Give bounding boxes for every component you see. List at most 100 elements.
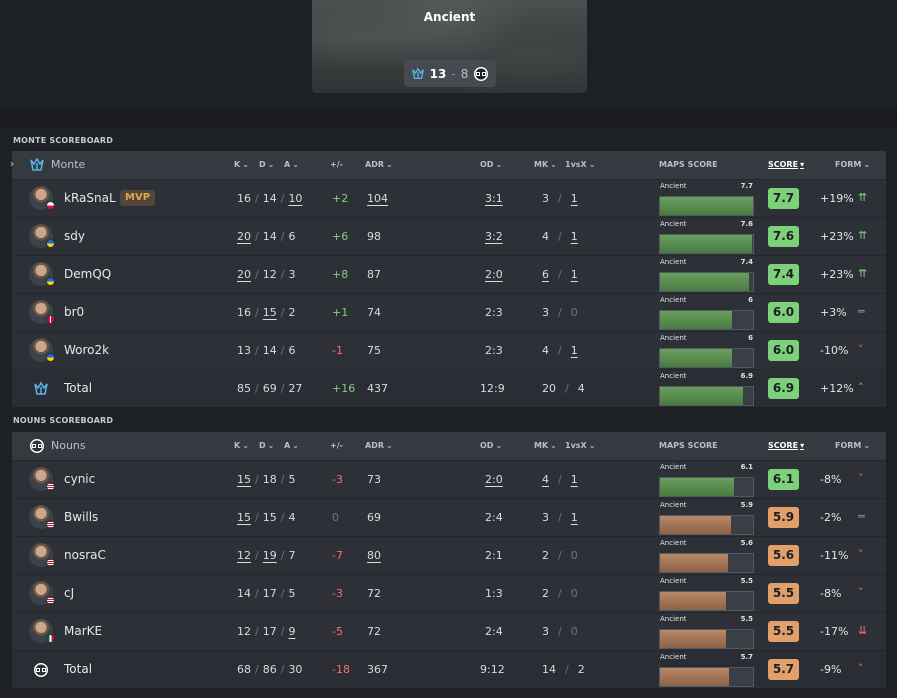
map-score-value: 7.6 — [740, 220, 753, 228]
multikill-value: 3 — [542, 306, 549, 319]
player-row[interactable]: Bwills 15/15/4 0 69 2:4 3/1 Ancient 5.9 5.9 -2% ═ — [12, 498, 886, 536]
player-name[interactable]: sdy — [64, 229, 85, 243]
column-header-vsx[interactable]: 1vsX ⌄ — [565, 160, 595, 169]
trend-double-down-icon: ⇊ — [858, 624, 868, 637]
column-header-k[interactable]: K ⌄ — [234, 160, 249, 169]
maps-score-bar[interactable]: Ancient 5.9 — [659, 501, 754, 535]
player-name[interactable]: DemQQ — [64, 267, 111, 281]
column-header-k-label: K — [234, 160, 241, 169]
slash-separator: / — [280, 344, 285, 357]
map-banner: Ancient 13 - 8 — [312, 0, 587, 93]
slash-separator: / — [255, 192, 259, 205]
multikill-cell: 3 / 1 — [542, 511, 578, 524]
player-row[interactable]: Woro2k 13/14/6 -1 75 2:3 4/1 Ancient 6 6.0 -10% ˅ — [12, 331, 886, 369]
total-label: Total — [64, 662, 93, 676]
column-header-a[interactable]: A ⌄ — [284, 160, 299, 169]
map-name: Ancient — [423, 10, 476, 24]
rating-badge: 6.0 — [768, 340, 799, 361]
column-header-form[interactable]: FORM ⌄ — [835, 160, 870, 169]
player-name[interactable]: cJ — [64, 586, 74, 600]
player-row[interactable]: DemQQ 20/12/3 +8 87 2:0 6/1 Ancient 7.4 7.4 +23% ⇈ — [12, 255, 886, 293]
kda-cell: 16/15/2 — [237, 306, 295, 319]
maps-score-bar[interactable]: Ancient 6.1 — [659, 463, 754, 497]
trend-down-icon: ˅ — [858, 343, 864, 356]
adr-value: 75 — [367, 344, 381, 357]
player-row[interactable]: kRaSnaL MVP 16/14/10 +2 104 3:1 3/1 Ancient 7.7 7… — [12, 179, 886, 217]
column-header-a-label: A — [284, 441, 291, 450]
slash-separator: / — [280, 511, 285, 524]
player-name[interactable]: cynic — [64, 472, 95, 486]
plus-minus-value: -18 — [332, 663, 350, 676]
column-header-adr[interactable]: ADR ⌄ — [365, 160, 393, 169]
maps-score-bar[interactable]: Ancient 7.4 — [659, 258, 754, 292]
flag-ua-icon — [46, 239, 55, 248]
maps-score-bar[interactable]: Ancient 5.7 — [659, 653, 754, 687]
maps-score-bar[interactable]: Ancient 7.6 — [659, 220, 754, 254]
multikill-cell: 4 / 1 — [542, 230, 578, 243]
adr-value: 74 — [367, 306, 381, 319]
assists-value: 9 — [288, 625, 296, 638]
rating-badge: 7.7 — [768, 188, 799, 209]
map-score-track — [659, 234, 754, 254]
player-row[interactable]: MarKE 12/17/9 -5 72 2:4 3/0 Ancient 5.5 5.5 -17% ⇊ — [12, 612, 886, 650]
maps-score-bar[interactable]: Ancient 5.5 — [659, 577, 754, 611]
plus-minus-value: +1 — [332, 306, 349, 319]
column-header-vsx[interactable]: 1vsX ⌄ — [565, 441, 595, 450]
clutch-value: 1 — [570, 344, 578, 357]
column-header-d[interactable]: D ⌄ — [259, 160, 274, 169]
player-name[interactable]: Woro2k — [64, 343, 109, 357]
column-header-score[interactable]: SCORE ▾ — [768, 441, 804, 450]
player-row[interactable]: nosraC 12/19/7 -7 80 2:1 2/0 Ancient 5.6 5.6 -11%… — [12, 536, 886, 574]
clutch-value: 0 — [570, 549, 578, 562]
player-row[interactable]: br0 16/15/2 +1 74 2:3 3/0 Ancient 6 6.0 +3% ═ — [12, 293, 886, 331]
slash-separator: / — [255, 344, 259, 357]
column-header-a[interactable]: A ⌄ — [284, 441, 299, 450]
kda-cell: 20/14/6 — [237, 230, 295, 243]
player-name[interactable]: Bwills — [64, 510, 98, 524]
player-row[interactable]: cJ 14/17/5 -3 72 1:3 2/0 Ancient 5.5 5.5 -8% ˅ — [12, 574, 886, 612]
maps-score-bar[interactable]: Ancient 6 — [659, 334, 754, 368]
map-score-fill — [660, 516, 732, 534]
column-header-score[interactable]: SCORE ▾ — [768, 160, 804, 169]
column-header-d[interactable]: D ⌄ — [259, 441, 274, 450]
player-name[interactable]: br0 — [64, 305, 84, 319]
flag-us-icon — [46, 596, 55, 605]
score-left: 13 — [429, 66, 447, 81]
slash-separator: / — [280, 230, 285, 243]
column-header-k[interactable]: K ⌄ — [234, 441, 249, 450]
maps-score-bar[interactable]: Ancient 5.5 — [659, 615, 754, 649]
maps-score-bar[interactable]: Ancient 6 — [659, 296, 754, 330]
map-score-track — [659, 477, 754, 497]
flag-ua-icon — [46, 353, 55, 362]
column-header-form[interactable]: FORM ⌄ — [835, 441, 870, 450]
map-score-pill: 13 - 8 — [404, 60, 496, 87]
kills-value: 68 — [237, 663, 251, 676]
slash-separator: / — [558, 306, 562, 319]
map-score-label: Ancient — [660, 334, 687, 342]
form-value: +12% — [820, 382, 854, 395]
column-header-mk[interactable]: MK ⌄ — [534, 160, 557, 169]
column-header-od[interactable]: OD ⌄ — [480, 441, 502, 450]
column-header-mk[interactable]: MK ⌄ — [534, 441, 557, 450]
map-score-value: 5.5 — [740, 615, 753, 623]
rating-badge: 5.5 — [768, 621, 799, 642]
player-row[interactable]: cynic 15/18/5 -3 73 2:0 4/1 Ancient 6.1 6.1 -8% ˅ — [12, 460, 886, 498]
slash-separator: / — [255, 625, 259, 638]
player-row[interactable]: sdy 20/14/6 +6 98 3:2 4/1 Ancient 7.6 7.6 +23% ⇈ — [12, 217, 886, 255]
column-header-k-label: K — [234, 441, 241, 450]
column-header-od[interactable]: OD ⌄ — [480, 160, 502, 169]
player-name[interactable]: nosraC — [64, 548, 106, 562]
maps-score-bar[interactable]: Ancient 5.6 — [659, 539, 754, 573]
assists-value: 10 — [288, 192, 303, 205]
monte-team-name: Monte — [51, 158, 86, 171]
maps-score-bar[interactable]: Ancient 7.7 — [659, 182, 754, 216]
player-name[interactable]: MarKE — [64, 624, 102, 638]
player-name[interactable]: kRaSnaL — [64, 191, 116, 205]
deaths-value: 12 — [262, 268, 277, 281]
expand-chevron-icon[interactable]: › — [10, 159, 14, 170]
column-header-adr[interactable]: ADR ⌄ — [365, 441, 393, 450]
map-score-fill — [660, 311, 733, 329]
map-score-track — [659, 386, 754, 406]
kills-value: 12 — [237, 549, 251, 562]
maps-score-bar[interactable]: Ancient 6.9 — [659, 372, 754, 406]
